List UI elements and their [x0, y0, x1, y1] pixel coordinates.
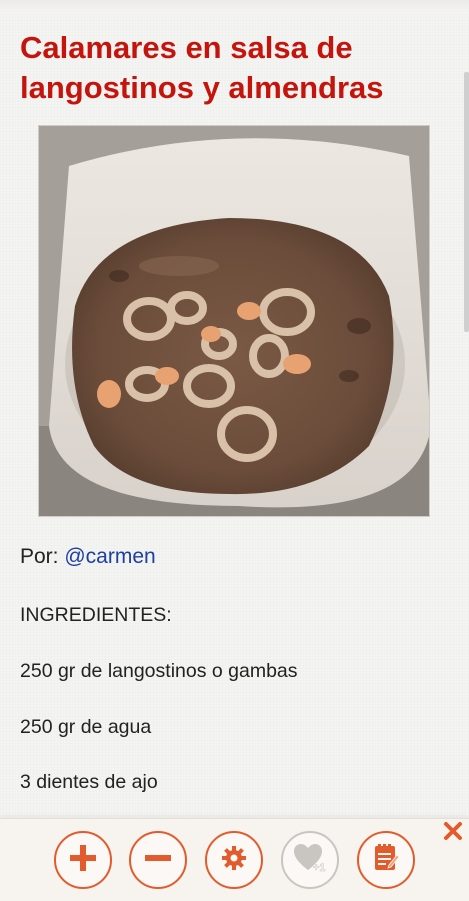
favorite-button[interactable]: +1 [281, 831, 339, 889]
close-icon [443, 821, 463, 846]
notes-button[interactable] [357, 831, 415, 889]
minus-icon [142, 842, 174, 879]
bottom-toolbar: +1 [0, 818, 469, 901]
notepad-icon [372, 843, 400, 878]
svg-text:+1: +1 [313, 862, 326, 873]
heart-plus-one-icon: +1 [293, 843, 327, 878]
gear-icon [220, 844, 248, 877]
ingredient-line: 250 gr de agua [20, 716, 152, 738]
ingredients-heading: INGREDIENTES: [20, 604, 172, 626]
author-link[interactable]: @carmen [64, 545, 155, 568]
author-line: Por: @carmen [20, 545, 156, 569]
scroll-indicator[interactable] [464, 72, 469, 332]
plus-icon [67, 842, 99, 879]
zoom-in-button[interactable] [54, 831, 112, 889]
close-toolbar-button[interactable] [441, 821, 465, 845]
recipe-title: Calamares en salsa de langostinos y alme… [20, 30, 384, 105]
top-strip [0, 0, 469, 14]
settings-button[interactable] [205, 831, 263, 889]
ingredient-line: 3 dientes de ajo [20, 771, 158, 793]
author-prefix: Por: [20, 545, 65, 568]
recipe-photo [38, 125, 430, 517]
zoom-out-button[interactable] [129, 831, 187, 889]
ingredient-line: 250 gr de langostinos o gambas [20, 660, 298, 682]
